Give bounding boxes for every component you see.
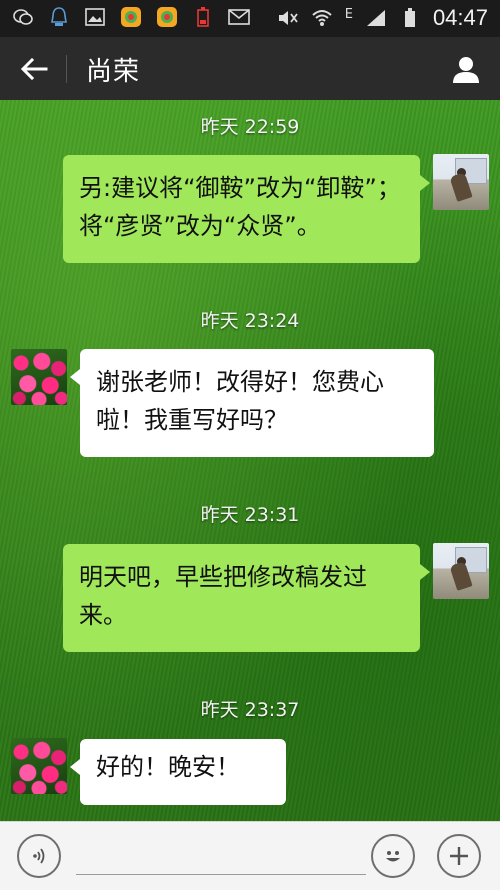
mail-icon [228, 6, 250, 28]
avatar[interactable] [11, 349, 67, 405]
status-bar-notifications [12, 6, 250, 28]
mute-icon [277, 7, 299, 29]
input-bar [0, 821, 500, 890]
voice-button[interactable] [17, 834, 61, 878]
voice-icon [33, 848, 45, 864]
contact-info-button[interactable] [448, 51, 484, 87]
person-icon [453, 57, 479, 83]
chat-title: 尚荣 [86, 57, 141, 87]
message-bubble-outgoing[interactable]: 明天吧，早些把修改稿发过来。 [63, 544, 430, 652]
message-text: 明天吧，早些把修改稿发过来。 [79, 563, 367, 629]
title-bar: 尚荣 [0, 37, 500, 100]
more-options-button[interactable] [437, 834, 481, 878]
avatar[interactable] [433, 154, 489, 210]
message-timestamp: 昨天 23:37 [200, 699, 300, 721]
avatar[interactable] [433, 543, 489, 599]
network-type-label: E [344, 6, 353, 22]
wifi-icon [311, 7, 333, 29]
notification-icon [48, 6, 70, 28]
battery-icon [399, 7, 421, 29]
app-store-icon [120, 6, 142, 28]
title-divider [66, 55, 67, 83]
battery-low-icon [192, 6, 214, 28]
message-text: 好的！晚安！ [96, 753, 240, 781]
message-timestamp: 昨天 23:31 [200, 504, 300, 526]
message-timestamp: 昨天 22:59 [200, 116, 300, 138]
status-bar-system: E 04:47 [277, 5, 488, 31]
avatar[interactable] [11, 738, 67, 794]
message-text: 谢张老师！改得好！您费心啦！我重写好吗？ [96, 368, 384, 434]
wechat-icon [12, 6, 34, 28]
status-bar: E 04:47 [0, 0, 500, 37]
message-input[interactable] [76, 842, 366, 875]
emoji-button[interactable] [371, 834, 415, 878]
message-text: 另:建议将“御鞍”改为“卸鞍”；将“彦贤”改为“众贤”。 [79, 174, 401, 240]
message-bubble-incoming[interactable]: 谢张老师！改得好！您费心啦！我重写好吗？ [70, 349, 434, 457]
signal-icon [365, 7, 387, 29]
emoji-icon [386, 851, 400, 862]
back-button[interactable] [16, 51, 52, 87]
plus-icon [450, 847, 468, 865]
clock: 04:47 [432, 5, 488, 30]
message-bubble-incoming[interactable]: 好的！晚安！ [70, 739, 286, 805]
message-bubble-outgoing[interactable]: 另:建议将“御鞍”改为“卸鞍”；将“彦贤”改为“众贤”。 [63, 155, 430, 263]
gallery-icon [84, 6, 106, 28]
app-store-icon [156, 6, 178, 28]
arrow-left-icon [20, 57, 48, 81]
message-timestamp: 昨天 23:24 [200, 310, 300, 332]
